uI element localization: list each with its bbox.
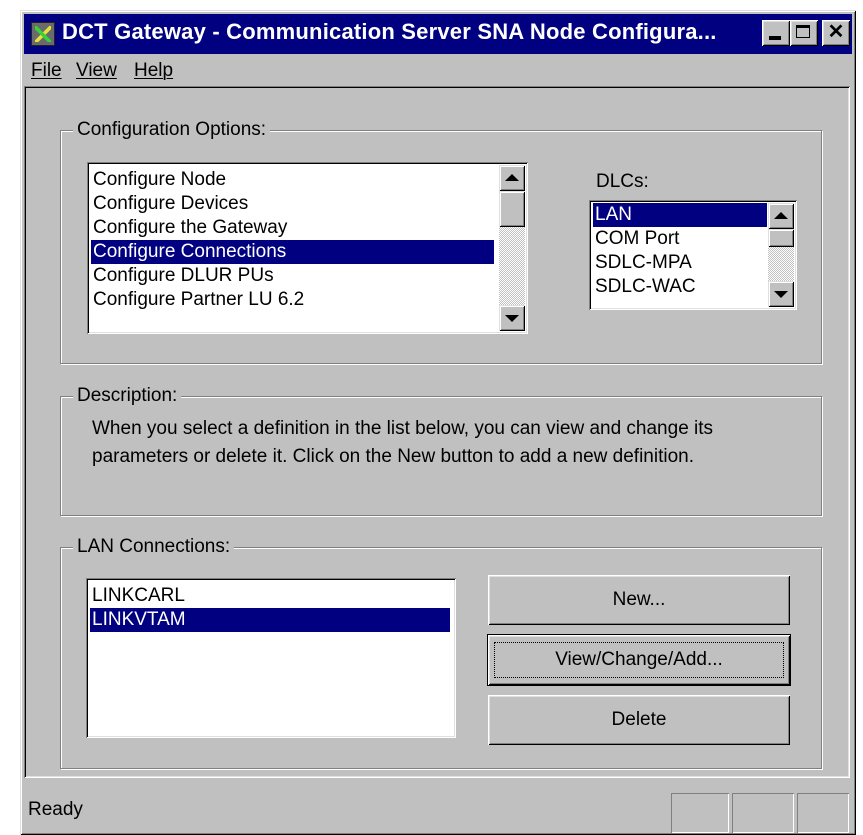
dlcs-scrollbar[interactable] xyxy=(768,203,794,307)
app-icon[interactable] xyxy=(31,22,55,46)
status-pane xyxy=(732,793,794,833)
new-button[interactable]: New... xyxy=(488,575,790,625)
client-area: Configuration Options: Configure Node Co… xyxy=(24,86,850,778)
description-label: Description: xyxy=(73,385,182,407)
main-window: DCT Gateway - Communication Server SNA N… xyxy=(20,10,856,835)
lan-connections-list[interactable]: LINKCARL LINKVTAM xyxy=(86,578,456,738)
scroll-up-icon[interactable] xyxy=(768,203,794,229)
configuration-options-label: Configuration Options: xyxy=(73,119,271,141)
description-group: Description: When you select a definitio… xyxy=(60,385,822,516)
list-item[interactable]: Configure Partner LU 6.2 xyxy=(91,288,494,312)
lan-connections-label: LAN Connections: xyxy=(73,536,235,558)
lan-connections-group: LAN Connections: LINKCARL LINKVTAM New..… xyxy=(60,536,822,769)
list-item[interactable]: Configure Node xyxy=(91,168,494,192)
scroll-down-icon[interactable] xyxy=(499,305,525,331)
menu-help[interactable]: Help xyxy=(134,60,173,82)
list-item[interactable]: Configure DLUR PUs xyxy=(91,264,494,288)
status-bar: Ready xyxy=(24,782,852,831)
status-pane xyxy=(671,793,729,833)
list-item[interactable]: SDLC-WAC xyxy=(593,275,767,299)
menu-view[interactable]: View xyxy=(76,60,117,82)
window-title: DCT Gateway - Communication Server SNA N… xyxy=(62,19,717,44)
new-button-label: New... xyxy=(612,589,666,610)
title-bar[interactable]: DCT Gateway - Communication Server SNA N… xyxy=(24,14,852,54)
list-item[interactable]: LINKCARL xyxy=(90,584,450,608)
close-icon: ✕ xyxy=(827,21,845,43)
dlcs-label: DLCs: xyxy=(596,171,649,192)
configuration-options-group: Configuration Options: Configure Node Co… xyxy=(60,119,822,364)
menu-file[interactable]: File xyxy=(31,60,62,82)
delete-button[interactable]: Delete xyxy=(488,695,790,745)
scroll-thumb[interactable] xyxy=(768,229,794,247)
list-item-selected[interactable]: Configure Connections xyxy=(91,240,494,264)
close-button[interactable]: ✕ xyxy=(822,20,850,46)
list-item[interactable]: COM Port xyxy=(593,227,767,251)
menu-bar: File View Help xyxy=(24,56,852,86)
status-pane xyxy=(797,793,849,833)
dlcs-list[interactable]: LAN COM Port SDLC-MPA SDLC-WAC xyxy=(589,200,797,310)
focus-rectangle xyxy=(494,642,784,678)
status-text: Ready xyxy=(28,799,83,820)
list-item[interactable]: SDLC-MPA xyxy=(593,251,767,275)
maximize-button[interactable] xyxy=(790,20,818,46)
scroll-thumb[interactable] xyxy=(499,191,525,227)
description-text: When you select a definition in the list… xyxy=(92,418,714,467)
configuration-options-scrollbar[interactable] xyxy=(499,165,525,331)
list-item[interactable]: Configure Devices xyxy=(91,192,494,216)
configuration-options-list[interactable]: Configure Node Configure Devices Configu… xyxy=(87,162,528,334)
delete-button-label: Delete xyxy=(611,709,667,730)
maximize-icon xyxy=(796,25,810,38)
list-item-selected[interactable]: LAN xyxy=(593,203,767,227)
scroll-down-icon[interactable] xyxy=(768,281,794,307)
minimize-button[interactable] xyxy=(762,20,790,46)
list-item-selected[interactable]: LINKVTAM xyxy=(90,608,450,632)
view-change-add-button[interactable]: View/Change/Add... xyxy=(488,635,790,685)
scroll-up-icon[interactable] xyxy=(499,165,525,191)
list-item[interactable]: Configure the Gateway xyxy=(91,216,494,240)
minimize-icon xyxy=(769,36,781,40)
